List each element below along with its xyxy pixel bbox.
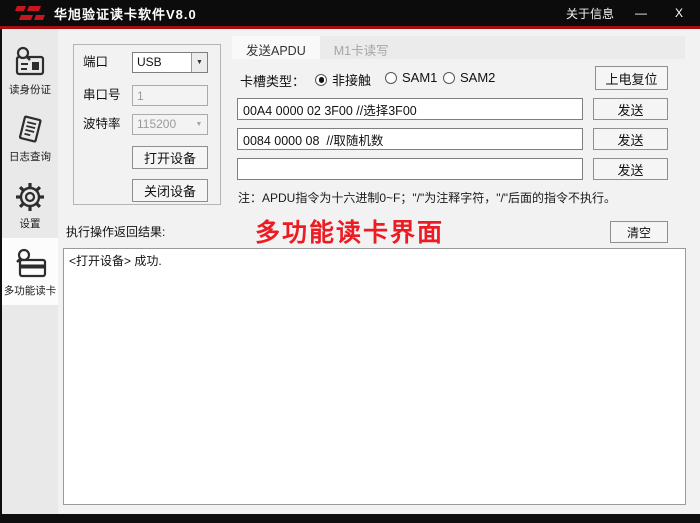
about-info-button[interactable]: 关于信息 <box>566 5 614 22</box>
sidebar: 读身份证 日志查询 <box>2 29 58 514</box>
radio-icon <box>443 72 455 84</box>
sidebar-item-label: 多功能读卡 <box>4 283 57 298</box>
sidebar-item-log-query[interactable]: 日志查询 <box>2 104 58 171</box>
send-button-2[interactable]: 发送 <box>593 128 668 150</box>
tab-send-apdu[interactable]: 发送APDU <box>232 36 320 59</box>
window-bottom-edge <box>0 514 700 523</box>
titlebar: 华旭验证读卡软件V8.0 关于信息 — X <box>0 0 700 26</box>
sidebar-item-label: 读身份证 <box>9 82 51 97</box>
sidebar-item-multifunction-read[interactable]: 多功能读卡 <box>2 238 58 305</box>
apdu-tabstrip: 发送APDU M1卡读写 <box>232 36 685 59</box>
minimize-button[interactable]: — <box>630 6 652 20</box>
apdu-command-input-1[interactable] <box>237 98 583 120</box>
serial-number-field <box>132 85 208 106</box>
port-label: 端口 <box>83 52 108 73</box>
sidebar-item-read-id-card[interactable]: 读身份证 <box>2 37 58 104</box>
baud-rate-label: 波特率 <box>83 114 121 135</box>
sidebar-item-label: 设置 <box>20 216 41 231</box>
sidebar-item-settings[interactable]: 设置 <box>2 171 58 238</box>
app-window: 华旭验证读卡软件V8.0 关于信息 — X 读身份证 <box>0 0 700 523</box>
app-logo-icon <box>14 3 48 23</box>
device-connection-panel: 端口 USB ▼ 串口号 波特率 115200 ▼ <box>73 44 221 205</box>
port-select[interactable]: USB ▼ <box>132 52 208 73</box>
port-select-value: USB <box>133 53 191 72</box>
radio-sam1[interactable]: SAM1 <box>385 70 437 85</box>
power-reset-button[interactable]: 上电复位 <box>595 66 668 90</box>
clear-button[interactable]: 清空 <box>610 221 668 243</box>
sidebar-item-label: 日志查询 <box>9 149 51 164</box>
apdu-command-input-2[interactable] <box>237 128 583 150</box>
radio-icon <box>385 72 397 84</box>
apdu-command-input-3[interactable] <box>237 158 583 180</box>
serial-number-label: 串口号 <box>83 85 121 106</box>
card-search-icon <box>12 246 48 282</box>
main-panel: 端口 USB ▼ 串口号 波特率 115200 ▼ <box>58 29 700 514</box>
open-device-button[interactable]: 打开设备 <box>132 146 208 169</box>
baud-rate-value: 115200 <box>133 115 191 134</box>
slot-type-label: 卡槽类型： <box>240 71 305 90</box>
tab-m1-card-rw[interactable]: M1卡读写 <box>320 36 403 59</box>
radio-sam2[interactable]: SAM2 <box>443 70 495 85</box>
radio-icon <box>315 74 327 86</box>
radio-label: 非接触 <box>332 70 371 89</box>
apdu-note: 注：APDU指令为十六进制0~F；"/"为注释字符，"/"后面的指令不执行。 <box>238 189 616 206</box>
send-button-3[interactable]: 发送 <box>593 158 668 180</box>
baud-rate-select: 115200 ▼ <box>132 114 208 135</box>
page-caption: 多功能读卡界面 <box>255 213 444 249</box>
result-label: 执行操作返回结果: <box>66 223 165 240</box>
id-card-search-icon <box>12 45 48 81</box>
radio-label: SAM2 <box>460 70 495 85</box>
close-device-button[interactable]: 关闭设备 <box>132 179 208 202</box>
result-output[interactable]: <打开设备> 成功. <box>63 248 686 505</box>
log-document-icon <box>12 112 48 148</box>
radio-contactless[interactable]: 非接触 <box>315 70 371 89</box>
gear-icon <box>12 179 48 215</box>
send-button-1[interactable]: 发送 <box>593 98 668 120</box>
window-title: 华旭验证读卡软件V8.0 <box>54 4 197 23</box>
chevron-down-icon: ▼ <box>191 53 207 72</box>
radio-label: SAM1 <box>402 70 437 85</box>
close-button[interactable]: X <box>668 6 690 20</box>
chevron-down-icon: ▼ <box>191 115 207 134</box>
